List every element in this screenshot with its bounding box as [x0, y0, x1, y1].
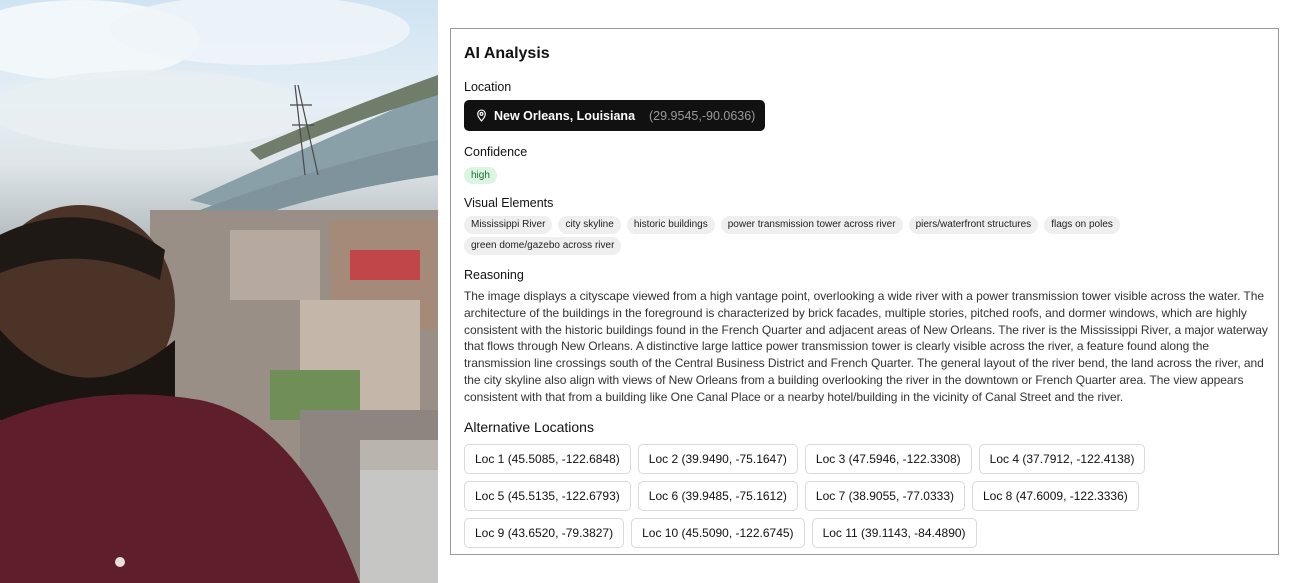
alt-location-button[interactable]: Loc 10 (45.5090, -122.6745): [631, 517, 805, 548]
visual-element-tag: piers/waterfront structures: [908, 216, 1039, 234]
alt-location-button[interactable]: Loc 4 (37.7912, -122.4138): [978, 443, 1146, 474]
location-name: New Orleans, Louisiana: [494, 108, 636, 123]
alternative-locations-section: Alternative Locations Loc 1 (45.5085, -1…: [464, 419, 1265, 548]
photo-illustration: [0, 0, 438, 583]
reasoning-label: Reasoning: [464, 268, 524, 282]
reasoning-text: The image displays a cityscape viewed fr…: [464, 289, 1268, 404]
visual-elements-list: Mississippi River city skyline historic …: [464, 216, 1265, 255]
alt-location-button[interactable]: Loc 8 (47.6009, -122.3336): [972, 480, 1139, 511]
visual-element-tag: green dome/gazebo across river: [464, 237, 622, 255]
location-chip[interactable]: New Orleans, Louisiana (29.9545,-90.0636…: [464, 100, 766, 131]
map-pin-icon: [477, 109, 486, 122]
confidence-badge: high: [464, 167, 497, 184]
alt-location-button[interactable]: Loc 11 (39.1143, -84.4890): [811, 517, 977, 548]
location-coords: (29.9545,-90.0636): [649, 108, 756, 123]
confidence-section: Confidence high: [464, 145, 1265, 184]
location-section: Location New Orleans, Louisiana (29.9545…: [464, 80, 1265, 131]
confidence-label: Confidence: [464, 145, 528, 159]
alt-location-button[interactable]: Loc 7 (38.9055, -77.0333): [804, 480, 965, 511]
visual-element-tag: historic buildings: [626, 216, 715, 234]
alt-location-button[interactable]: Loc 2 (39.9490, -75.1647): [637, 443, 798, 474]
alt-location-button[interactable]: Loc 1 (45.5085, -122.6848): [464, 443, 631, 474]
visual-element-tag: city skyline: [558, 216, 621, 234]
visual-elements-section: Visual Elements Mississippi River city s…: [464, 196, 1265, 255]
reasoning-section: Reasoning The image displays a cityscape…: [464, 268, 1268, 406]
alt-location-button[interactable]: Loc 6 (39.9485, -75.1612): [637, 480, 798, 511]
panel-title: AI Analysis: [464, 45, 550, 62]
visual-element-tag: power transmission tower across river: [720, 216, 903, 234]
visual-elements-label: Visual Elements: [464, 196, 554, 210]
ai-analysis-panel: AI Analysis Location New Orleans, Louisi…: [450, 28, 1279, 555]
alt-location-button[interactable]: Loc 5 (45.5135, -122.6793): [464, 480, 631, 511]
alternative-locations-label: Alternative Locations: [464, 418, 594, 435]
visual-element-tag: flags on poles: [1044, 216, 1120, 234]
alt-location-button[interactable]: Loc 3 (47.5946, -122.3308): [804, 443, 972, 474]
alt-location-button[interactable]: Loc 9 (43.6520, -79.3827): [464, 517, 625, 548]
alternative-locations-list: Loc 1 (45.5085, -122.6848) Loc 2 (39.949…: [464, 443, 1184, 548]
visual-element-tag: Mississippi River: [464, 216, 553, 234]
location-label: Location: [464, 80, 512, 94]
selfie-photo: [0, 0, 438, 583]
